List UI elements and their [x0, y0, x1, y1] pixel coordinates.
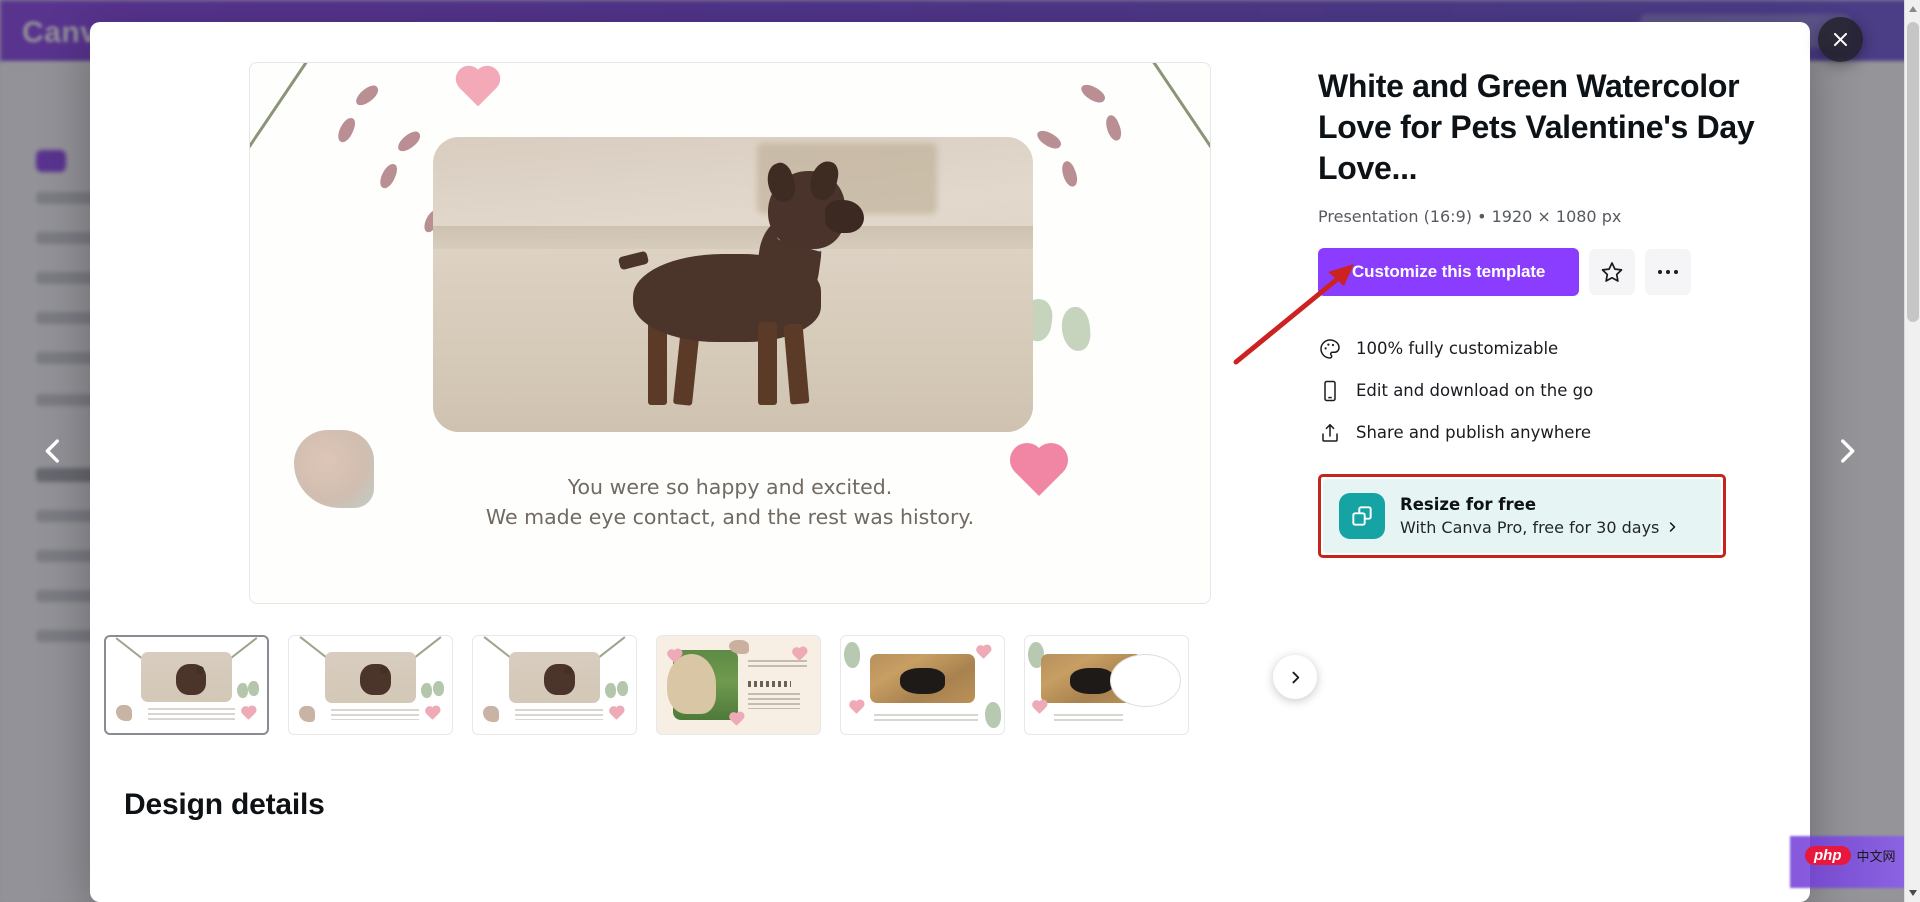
more-options-button[interactable] [1645, 248, 1692, 295]
template-meta: Presentation (16:9) • 1920 × 1080 px [1318, 206, 1622, 226]
watermark-php-label: php [1805, 846, 1851, 865]
star-icon [1601, 262, 1623, 282]
template-title: White and Green Watercolor Love for Pets… [1318, 68, 1755, 186]
mobile-icon [1318, 379, 1342, 403]
resize-promo-text: Resize for free With Canva Pro, free for… [1400, 495, 1678, 537]
chevron-left-icon [45, 439, 59, 463]
template-preview-modal: You were so happy and excited. We made e… [90, 22, 1810, 902]
customize-template-button[interactable]: Customize this template [1318, 247, 1580, 296]
watermark: php 中文网 [1805, 846, 1896, 865]
resize-promo-subtitle: With Canva Pro, free for 30 days [1400, 517, 1660, 537]
resize-promo-highlight: Resize for free With Canva Pro, free for… [1318, 473, 1726, 558]
feature-label: Edit and download on the go [1356, 381, 1594, 401]
resize-promo-title: Resize for free [1400, 494, 1537, 514]
feature-customizable: 100% fully customizable [1318, 328, 1774, 370]
action-row: Customize this template [1318, 247, 1774, 296]
main-slide-preview[interactable]: You were so happy and excited. We made e… [249, 62, 1211, 604]
feature-list: 100% fully customizable Edit and downloa… [1318, 328, 1774, 454]
next-template-button[interactable] [1820, 424, 1874, 478]
template-info-column: White and Green Watercolor Love for Pets… [1290, 22, 1810, 902]
slide-caption-line-1: You were so happy and excited. [567, 475, 893, 499]
thumbnail-page-3[interactable] [472, 635, 637, 735]
close-icon [1833, 32, 1848, 47]
feature-share-publish: Share and publish anywhere [1318, 412, 1774, 454]
chevron-right-icon [1841, 439, 1855, 463]
thumbnail-page-6[interactable] [1024, 635, 1189, 735]
close-button[interactable] [1818, 17, 1863, 62]
scroll-up-icon[interactable] [1908, 4, 1918, 14]
design-details-heading: Design details [124, 788, 325, 821]
thumbnail-page-4[interactable] [656, 635, 821, 735]
thumbnail-strip [104, 630, 1284, 750]
slide-caption-line-2: We made eye contact, and the rest was hi… [485, 504, 975, 529]
preview-column: You were so happy and excited. We made e… [90, 22, 1317, 902]
scrollbar-thumb[interactable] [1907, 22, 1919, 322]
more-horizontal-icon [1657, 269, 1679, 275]
dog-illustration [617, 158, 864, 421]
favorite-button[interactable] [1589, 248, 1636, 295]
scroll-down-icon[interactable] [1908, 888, 1918, 898]
share-icon [1318, 421, 1342, 445]
thumbnail-page-2[interactable] [288, 635, 453, 735]
feature-edit-download: Edit and download on the go [1318, 370, 1774, 412]
resize-icon [1339, 492, 1385, 539]
thumbnail-page-5[interactable] [840, 635, 1005, 735]
palette-icon [1318, 337, 1342, 361]
thumbnail-next-button[interactable] [1273, 655, 1317, 699]
chevron-right-icon [1291, 671, 1299, 683]
slide-photo [433, 137, 1033, 432]
chevron-right-icon [1670, 522, 1676, 533]
resize-promo-card[interactable]: Resize for free With Canva Pro, free for… [1323, 478, 1721, 553]
thumbnail-page-1[interactable] [104, 635, 269, 735]
previous-template-button[interactable] [26, 424, 80, 478]
feature-label: 100% fully customizable [1356, 339, 1559, 359]
watermark-cn-label: 中文网 [1856, 850, 1896, 865]
page-scrollbar[interactable] [1904, 0, 1920, 902]
resize-promo-subtitle-row: With Canva Pro, free for 30 days [1400, 518, 1678, 537]
feature-label: Share and publish anywhere [1356, 423, 1592, 443]
slide-caption: You were so happy and excited. We made e… [250, 473, 1210, 533]
